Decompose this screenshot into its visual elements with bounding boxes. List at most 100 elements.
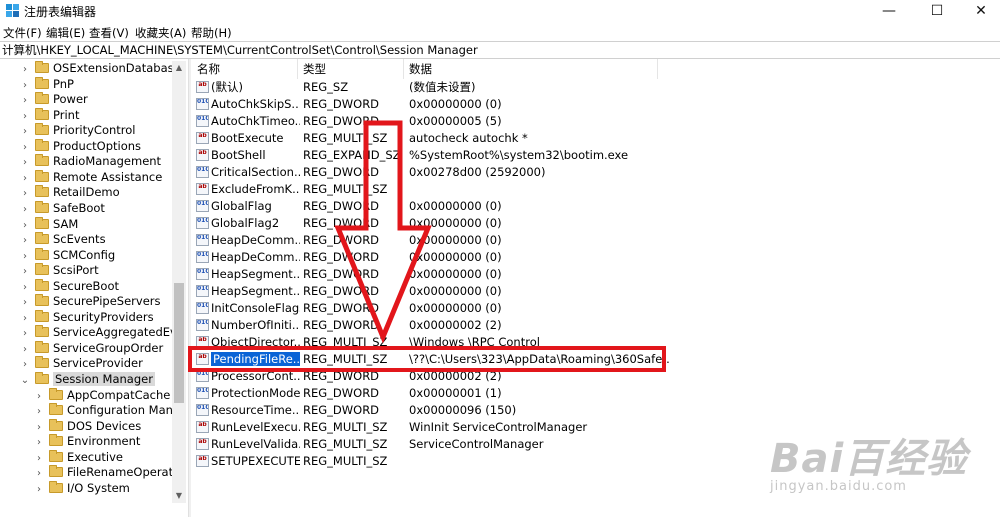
menu-favorites[interactable]: 收藏夹(A) bbox=[135, 25, 186, 41]
value-type: REG_DWORD bbox=[303, 386, 380, 400]
tree-item[interactable]: › SecurePipeServers bbox=[19, 294, 161, 310]
tree-item[interactable]: › RetailDemo bbox=[19, 185, 120, 201]
table-row[interactable]: ab BootExecute REG_MULTI_SZ autocheck autoc… bbox=[192, 130, 1000, 147]
table-row[interactable]: 010 110ProtectionModeREG_DWORD 0x00000001… bbox=[192, 385, 1000, 402]
value-name-cell: ab ExcludeFromK... bbox=[196, 181, 300, 198]
chevron-right-icon[interactable]: › bbox=[19, 233, 31, 248]
column-name[interactable]: 名称 bbox=[192, 59, 298, 79]
tree-item[interactable]: › Configuration Manag bbox=[33, 403, 186, 419]
close-button[interactable]: ✕ bbox=[958, 0, 1000, 22]
value-name-cell: ab RunLevelExecu... bbox=[196, 419, 300, 436]
table-row[interactable]: ab (默认) REG_SZ (数值未设置) bbox=[192, 79, 1000, 96]
table-row[interactable]: 010 110AutoChkSkipS...REG_DWORD 0x0000000… bbox=[192, 96, 1000, 113]
tree-item[interactable]: › AppCompatCache bbox=[33, 387, 170, 404]
chevron-right-icon[interactable]: › bbox=[19, 295, 31, 310]
column-data[interactable]: 数据 bbox=[404, 59, 658, 79]
chevron-right-icon[interactable]: › bbox=[33, 404, 45, 419]
tree-item[interactable]: › RadioManagement bbox=[19, 154, 161, 170]
menu-edit[interactable]: 编辑(E) bbox=[46, 25, 85, 41]
tree-item[interactable]: › FileRenameOperation bbox=[33, 465, 186, 481]
registry-key-tree[interactable]: › OSExtensionDatabase › PnP › Power › Print › Pri… bbox=[0, 61, 186, 517]
chevron-right-icon[interactable]: › bbox=[19, 342, 31, 357]
value-type: REG_DWORD bbox=[303, 233, 380, 247]
table-row[interactable]: 010 110HeapDeComm...REG_DWORD 0x00000000 … bbox=[192, 249, 1000, 266]
tree-item-label: SAM bbox=[53, 216, 79, 231]
value-name-cell: 010 110InitConsoleFlags bbox=[196, 300, 300, 317]
scrollbar-thumb[interactable] bbox=[174, 283, 184, 403]
tree-item[interactable]: › SAM bbox=[19, 216, 79, 233]
tree-item[interactable]: › ScEvents bbox=[19, 232, 106, 248]
tree-item-label: Remote Assistance bbox=[53, 169, 163, 184]
tree-item[interactable]: › SafeBoot bbox=[19, 200, 105, 217]
minimize-button[interactable]: — bbox=[866, 0, 912, 22]
address-bar[interactable]: 计算机\HKEY_LOCAL_MACHINE\SYSTEM\CurrentCon… bbox=[0, 41, 1000, 59]
chevron-right-icon[interactable]: › bbox=[33, 435, 45, 450]
maximize-button[interactable]: ☐ bbox=[914, 0, 960, 22]
chevron-right-icon[interactable]: › bbox=[19, 311, 31, 326]
chevron-right-icon[interactable]: › bbox=[19, 326, 31, 341]
folder-icon bbox=[35, 278, 49, 291]
scroll-up-icon[interactable]: ▲ bbox=[172, 61, 186, 75]
tree-item[interactable]: › PnP bbox=[19, 76, 74, 93]
table-row[interactable]: 010 110GlobalFlagREG_DWORD0x00000000 (0) bbox=[192, 198, 1000, 215]
tree-item[interactable]: › PriorityControl bbox=[19, 123, 136, 139]
chevron-right-icon[interactable]: › bbox=[33, 389, 45, 404]
menu-file[interactable]: 文件(F) bbox=[3, 25, 42, 41]
tree-item[interactable]: › SecurityProviders bbox=[19, 309, 154, 326]
chevron-right-icon[interactable]: › bbox=[33, 466, 45, 481]
chevron-right-icon[interactable]: › bbox=[19, 93, 31, 108]
tree-item[interactable]: › SecureBoot bbox=[19, 278, 119, 295]
tree-item[interactable]: › Remote Assistance bbox=[19, 169, 163, 186]
tree-item[interactable]: › ServiceAggregatedEven bbox=[19, 325, 186, 341]
chevron-right-icon[interactable]: › bbox=[19, 280, 31, 295]
chevron-down-icon[interactable]: ⌄ bbox=[19, 373, 31, 388]
tree-item[interactable]: › Power bbox=[19, 92, 88, 108]
chevron-right-icon[interactable]: › bbox=[19, 171, 31, 186]
column-type[interactable]: 类型 bbox=[298, 59, 404, 79]
chevron-right-icon[interactable]: › bbox=[19, 249, 31, 264]
tree-item[interactable]: ⌄ Session Manager bbox=[19, 372, 155, 388]
tree-item[interactable]: › ServiceGroupOrder bbox=[19, 340, 163, 357]
tree-item[interactable]: › OSExtensionDatabase bbox=[19, 61, 181, 77]
chevron-right-icon[interactable]: › bbox=[19, 218, 31, 233]
pane-splitter[interactable] bbox=[188, 59, 191, 517]
tree-item[interactable]: › Print bbox=[19, 107, 80, 124]
chevron-right-icon[interactable]: › bbox=[19, 124, 31, 139]
chevron-right-icon[interactable]: › bbox=[19, 78, 31, 93]
tree-item[interactable]: › ProductOptions bbox=[19, 138, 141, 155]
tree-item[interactable]: › SCMConfig bbox=[19, 247, 115, 264]
chevron-right-icon[interactable]: › bbox=[19, 109, 31, 124]
tree-item[interactable]: › I/O System bbox=[33, 480, 130, 497]
tree-item[interactable]: › Executive bbox=[33, 449, 123, 466]
table-row[interactable]: 010 110GlobalFlag2REG_DWORD0x00000000 (0… bbox=[192, 215, 1000, 232]
chevron-right-icon[interactable]: › bbox=[19, 140, 31, 155]
chevron-right-icon[interactable]: › bbox=[19, 62, 31, 77]
table-row[interactable]: 010 110HeapSegment...REG_DWORD 0x00000000… bbox=[192, 266, 1000, 283]
chevron-right-icon[interactable]: › bbox=[19, 186, 31, 201]
tree-item[interactable]: › ScsiPort bbox=[19, 263, 99, 279]
tree-item[interactable]: › Environment bbox=[33, 434, 140, 450]
scroll-down-icon[interactable]: ▼ bbox=[172, 489, 186, 503]
chevron-right-icon[interactable]: › bbox=[19, 155, 31, 170]
chevron-right-icon[interactable]: › bbox=[33, 451, 45, 466]
chevron-right-icon[interactable]: › bbox=[33, 420, 45, 435]
menu-help[interactable]: 帮助(H) bbox=[191, 25, 232, 41]
tree-item-label: Print bbox=[53, 107, 80, 122]
table-row[interactable]: 010 110InitConsoleFlagsREG_DWORD 0x000000… bbox=[192, 300, 1000, 317]
table-row[interactable]: 010 110AutoChkTimeo...REG_DWORD 0x0000000… bbox=[192, 113, 1000, 130]
tree-item[interactable]: › ServiceProvider bbox=[19, 356, 143, 372]
table-row[interactable]: 010 110ResourceTime...REG_DWORD 0x0000009… bbox=[192, 402, 1000, 419]
chevron-right-icon[interactable]: › bbox=[19, 264, 31, 279]
chevron-right-icon[interactable]: › bbox=[33, 482, 45, 497]
table-row[interactable]: 010 110HeapSegment...REG_DWORD 0x00000000… bbox=[192, 283, 1000, 300]
table-row[interactable]: ab ExcludeFromK... REG_MULTI_SZ bbox=[192, 181, 1000, 198]
table-row[interactable]: 010 110NumberOfIniti...REG_DWORD 0x000000… bbox=[192, 317, 1000, 334]
chevron-right-icon[interactable]: › bbox=[19, 202, 31, 217]
table-row[interactable]: 010 110HeapDeComm...REG_DWORD 0x00000000 … bbox=[192, 232, 1000, 249]
chevron-right-icon[interactable]: › bbox=[19, 357, 31, 372]
tree-item[interactable]: › DOS Devices bbox=[33, 418, 141, 435]
table-row[interactable]: 010 110CriticalSection...REG_DWORD 0x0027… bbox=[192, 164, 1000, 181]
tree-scrollbar[interactable]: ▲ ▼ bbox=[172, 61, 186, 503]
menu-view[interactable]: 查看(V) bbox=[89, 25, 129, 41]
table-row[interactable]: ab BootShell REG_EXPAND_SZ %SystemRoot%\sys… bbox=[192, 147, 1000, 164]
